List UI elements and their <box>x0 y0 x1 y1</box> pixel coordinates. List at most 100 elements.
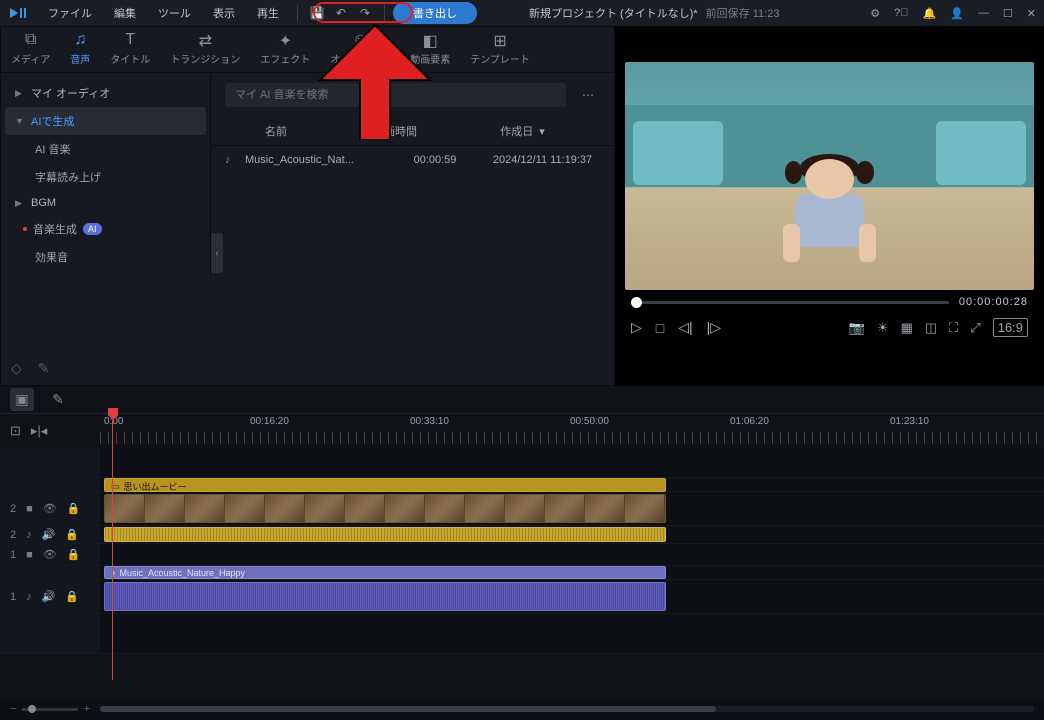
blade-tool-icon[interactable]: ✎ <box>46 391 70 408</box>
scroll-thumb[interactable] <box>100 706 716 712</box>
lock-icon[interactable]: 🔒 <box>65 528 79 541</box>
play-icon[interactable]: ▷ <box>631 319 642 336</box>
music-clip[interactable] <box>104 582 666 611</box>
linked-audio-clip[interactable] <box>104 527 666 542</box>
media-icon: ⧉ <box>25 31 36 49</box>
settings-icon[interactable]: ⚙ <box>870 7 880 20</box>
track-head-music: 1 ♪ 🔊 🔒 <box>0 580 100 613</box>
sidebar-my-audio[interactable]: ▶マイ オーディオ <box>5 79 206 107</box>
video-clip-header[interactable]: ▭思い出ムービー <box>104 478 666 492</box>
sidebar-ai-music[interactable]: AI 音楽 <box>5 135 206 163</box>
aspect-ratio[interactable]: 16:9 <box>993 318 1028 337</box>
sidebar-bgm[interactable]: ▶BGM <box>5 191 206 215</box>
tab-transition[interactable]: ⇄トランジション <box>160 27 250 72</box>
last-save: 前回保存 11:23 <box>706 5 780 21</box>
notification-icon[interactable]: 🔔 <box>923 7 937 20</box>
title-icon: T <box>125 31 135 49</box>
zoom-in-icon[interactable]: + <box>84 703 90 715</box>
magnet-icon[interactable]: ⊡ <box>10 423 21 439</box>
tab-media[interactable]: ⧉メディア <box>1 27 60 72</box>
mute-icon[interactable]: 🔊 <box>42 590 56 603</box>
snapshot-icon[interactable]: 📷 <box>849 320 865 336</box>
audio-icon[interactable]: ♪ <box>26 529 32 541</box>
music-clip-header[interactable]: ♪Music_Acoustic_Nature_Happy <box>104 566 666 579</box>
timeline-ruler[interactable]: 0:00 00:16:20 00:33:10 00:50:00 01:06:20… <box>100 414 1044 448</box>
category-tabs: ⧉メディア ♫音声 Tタイトル ⇄トランジション ✦エフェクト ☺オーバーレイ … <box>1 27 614 73</box>
sidebar-subtitle-tts[interactable]: 字幕読み上げ <box>5 163 206 191</box>
horizontal-scrollbar[interactable] <box>100 706 1034 712</box>
scrub-handle[interactable] <box>631 297 642 308</box>
redo-icon[interactable]: ↷ <box>354 6 376 20</box>
mute-icon[interactable]: 🔊 <box>42 528 56 541</box>
audio-icon[interactable]: ♪ <box>26 591 32 603</box>
fullscreen-icon[interactable]: ⤢ <box>970 320 980 336</box>
tab-element[interactable]: ◧動画要素 <box>400 27 460 72</box>
collapse-sidebar[interactable]: ‹ <box>211 233 223 273</box>
lock-icon[interactable]: 🔒 <box>67 502 81 515</box>
quality-icon[interactable]: ☀ <box>877 320 889 336</box>
track-number: 1 <box>10 591 16 603</box>
transition-icon: ⇄ <box>199 31 212 49</box>
eraser-icon[interactable]: ◇ <box>11 360 22 377</box>
content-area: ⋯ 名前 録画時間 作成日▾ ♪ Music_Acoustic_Nat... 0… <box>211 73 614 385</box>
menu-play[interactable]: 再生 <box>247 1 289 25</box>
maximize-icon[interactable]: ☐ <box>1003 7 1013 20</box>
minimize-icon[interactable]: — <box>978 7 989 19</box>
preview-viewport[interactable] <box>625 62 1034 290</box>
search-input[interactable] <box>225 83 566 107</box>
next-frame-icon[interactable]: |▷ <box>707 319 721 336</box>
video-clip[interactable] <box>104 494 666 523</box>
more-icon[interactable]: ⋯ <box>576 88 600 102</box>
lock-icon[interactable]: 🔒 <box>65 590 79 603</box>
visibility-icon[interactable]: 👁 <box>43 548 57 561</box>
header-date[interactable]: 作成日▾ <box>445 123 600 139</box>
stop-icon[interactable]: □ <box>656 320 664 336</box>
list-row[interactable]: ♪ Music_Acoustic_Nat... 00:00:59 2024/12… <box>211 146 614 174</box>
sidebar-ai-generate[interactable]: ▼AIで生成 <box>5 107 206 135</box>
ruler-tick: 01:06:20 <box>730 416 769 427</box>
tab-title[interactable]: Tタイトル <box>100 27 160 72</box>
tab-effect[interactable]: ✦エフェクト <box>250 27 320 72</box>
project-name: 新規プロジェクト (タイトルなし)* <box>529 5 698 21</box>
selection-tool-icon[interactable]: ▣ <box>10 388 34 411</box>
close-icon[interactable]: ✕ <box>1027 7 1036 20</box>
safe-zone-icon[interactable]: ▦ <box>901 320 913 336</box>
scrub-track[interactable] <box>631 301 949 304</box>
menubar: ファイル 編集 ツール 表示 再生 💾 ↶ ↷ 書き出し 新規プロジェクト (タ… <box>0 0 1044 26</box>
menu-view[interactable]: 表示 <box>203 1 245 25</box>
help-icon[interactable]: ?⃝ <box>894 7 908 19</box>
video-icon[interactable]: ■ <box>26 549 33 561</box>
zoom-handle[interactable] <box>28 705 36 713</box>
tab-template[interactable]: ⊞テンプレート <box>460 27 540 72</box>
track-number: 2 <box>10 529 16 541</box>
header-duration[interactable]: 録画時間 <box>345 123 445 139</box>
tab-overlay[interactable]: ☺オーバーレイ <box>320 27 400 72</box>
audio-sidebar: ▶マイ オーディオ ▼AIで生成 AI 音楽 字幕読み上げ ▶BGM 音楽生成A… <box>1 73 211 277</box>
export-button[interactable]: 書き出し <box>393 2 477 24</box>
element-icon: ◧ <box>423 31 438 49</box>
video-icon[interactable]: ■ <box>26 503 33 515</box>
menu-file[interactable]: ファイル <box>38 1 102 25</box>
zoom-slider[interactable]: − + <box>10 703 90 715</box>
zoom-out-icon[interactable]: − <box>10 703 16 715</box>
header-name[interactable]: 名前 <box>225 123 345 139</box>
track-head-video-label <box>0 478 100 491</box>
sidebar-music-gen[interactable]: 音楽生成AI <box>5 215 206 243</box>
row-name: Music_Acoustic_Nat... <box>245 154 385 166</box>
track-number: 2 <box>10 503 16 515</box>
tab-audio[interactable]: ♫音声 <box>60 27 100 72</box>
sidebar-sfx[interactable]: 効果音 <box>5 243 206 271</box>
menu-edit[interactable]: 編集 <box>104 1 146 25</box>
menu-tools[interactable]: ツール <box>148 1 201 25</box>
visibility-icon[interactable]: 👁 <box>43 502 57 515</box>
save-icon[interactable]: 💾 <box>306 6 328 20</box>
crop-icon[interactable]: ⛶ <box>949 320 958 336</box>
undo-icon[interactable]: ↶ <box>330 6 352 20</box>
account-icon[interactable]: 👤 <box>950 7 964 20</box>
lock-icon[interactable]: 🔒 <box>67 548 81 561</box>
prev-frame-icon[interactable]: ◁| <box>678 319 692 336</box>
marker-icon[interactable]: ▸|◂ <box>31 423 47 439</box>
wand-icon[interactable]: ✎ <box>38 360 50 377</box>
compare-icon[interactable]: ◫ <box>925 320 937 336</box>
ruler-tick: 00:16:20 <box>250 416 289 427</box>
